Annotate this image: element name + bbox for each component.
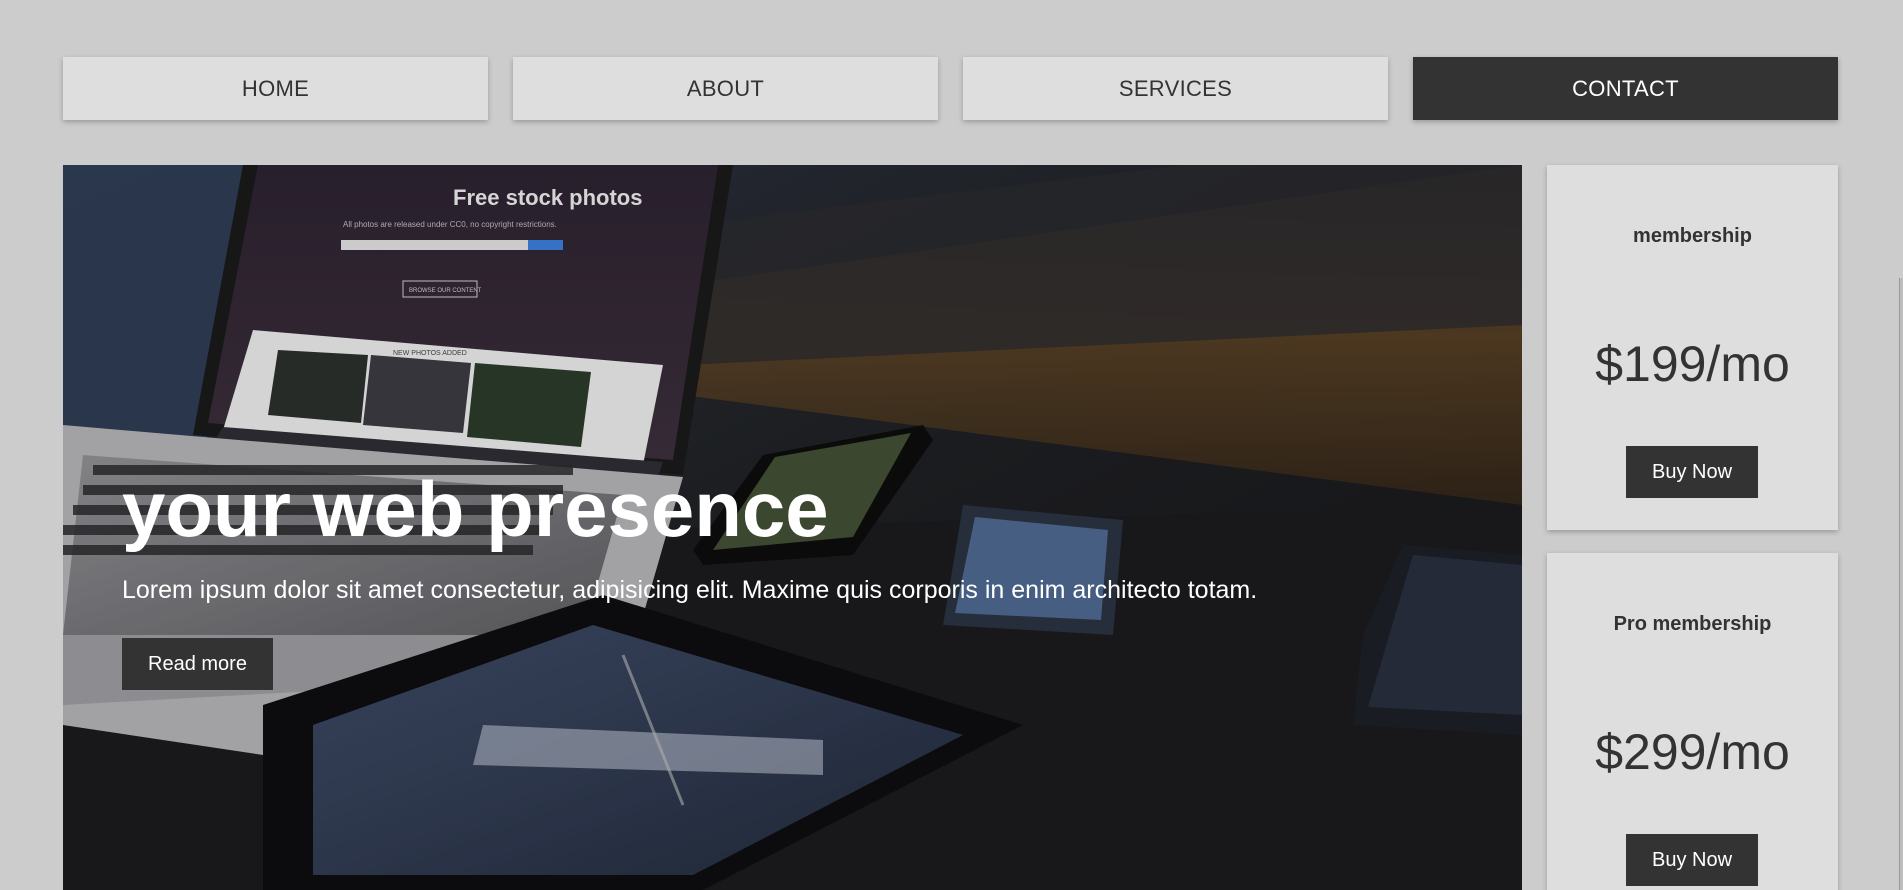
scrollbar[interactable] [1899, 278, 1903, 890]
nav-contact[interactable]: CONTACT [1413, 57, 1838, 120]
nav-about[interactable]: ABOUT [513, 57, 938, 120]
buy-now-button[interactable]: Buy Now [1626, 446, 1758, 498]
hero-title: your web presence [122, 465, 829, 553]
page: HOME ABOUT SERVICES CONTACT Free stock p… [0, 0, 1903, 890]
card-title: Pro membership [1613, 613, 1772, 635]
read-more-button[interactable]: Read more [122, 638, 273, 690]
buy-now-button[interactable]: Buy Now [1626, 834, 1758, 886]
main-nav: HOME ABOUT SERVICES CONTACT [63, 57, 1838, 120]
hero-description: Lorem ipsum dolor sit amet consectetur, … [122, 576, 1258, 604]
card-price: $199/mo [1595, 336, 1790, 392]
hero-banner: Free stock photos All photos are release… [63, 165, 1522, 890]
card-title: membership [1633, 225, 1752, 247]
nav-services[interactable]: SERVICES [963, 57, 1388, 120]
nav-home[interactable]: HOME [63, 57, 488, 120]
pricing-card-membership: membership $199/mo Buy Now [1547, 165, 1838, 530]
card-price: $299/mo [1595, 724, 1790, 780]
pricing-card-pro-membership: Pro membership $299/mo Buy Now [1547, 553, 1838, 890]
